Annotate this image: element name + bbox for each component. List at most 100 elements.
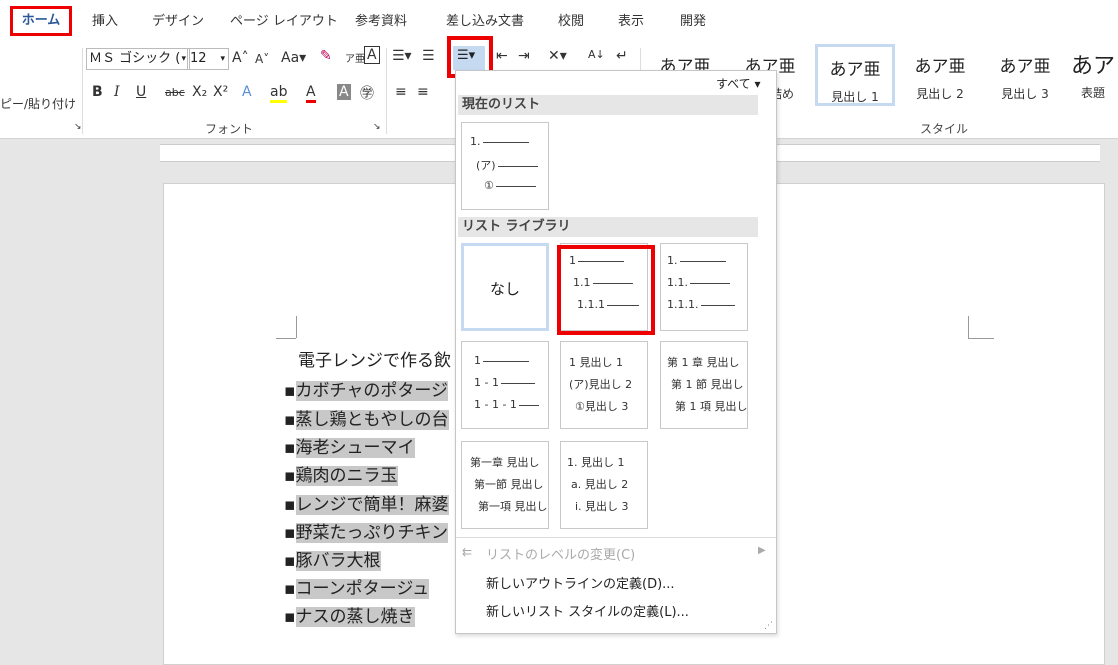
current-list-tile[interactable]: 1. (ア) ① [461, 122, 549, 210]
define-list-style-item[interactable]: 新しいリスト スタイルの定義(L)... [486, 601, 689, 620]
clear-format-icon[interactable]: ✎ [320, 48, 332, 64]
list-item[interactable]: ▪ナスの蒸し焼き [284, 602, 415, 627]
style-title[interactable]: あア 表題 [1068, 44, 1118, 106]
list-none-tile[interactable]: なし [461, 243, 549, 331]
style-label: 見出し 1 [831, 90, 879, 104]
character-border-icon[interactable]: A [364, 46, 380, 64]
list-tile-heading-kana[interactable]: 1 見出し 1 (ア)見出し 2 ①見出し 3 [560, 341, 648, 429]
font-name-select[interactable]: ＭＳ ゴシック (▾ [86, 48, 190, 70]
tab-design[interactable]: デザイン [152, 10, 204, 29]
font-size-select[interactable]: 12 ▾ [187, 48, 229, 70]
style-heading-2[interactable]: あア亜 見出し 2 [900, 44, 980, 106]
tile-level-text: ① [484, 179, 494, 192]
numbering-icon[interactable]: ☰ [422, 48, 435, 64]
paste-button[interactable]: ピー/貼り付け [0, 95, 76, 112]
tile-level-text: 1 - 1 - 1 [474, 398, 517, 411]
dialog-launcher-icon[interactable]: ↘ [373, 122, 381, 132]
list-item[interactable]: ▪レンジで簡単！麻婆 [284, 490, 449, 515]
tile-level-3: 1 - 1 - 1 [474, 398, 539, 411]
tile-level-2: (ア) [476, 157, 538, 173]
list-tile-heading-alpha[interactable]: 1. 見出し 1 a. 見出し 2 i. 見出し 3 [560, 441, 648, 529]
style-label: 表題 [1080, 86, 1105, 100]
superscript-icon[interactable]: X² [213, 84, 228, 100]
list-item[interactable]: ▪コーンポタージュ [284, 574, 430, 599]
tab-mailings[interactable]: 差し込み文書 [446, 10, 524, 29]
show-marks-icon[interactable]: ↵ [616, 48, 628, 64]
enclosed-character-icon[interactable]: ㊫ [360, 83, 374, 103]
document-title[interactable]: 電子レンジで作る飲 [298, 346, 451, 371]
current-list-header: 現在のリスト [458, 95, 758, 115]
tile-rule [518, 404, 539, 406]
list-item[interactable]: ▪鶏肉のニラ玉 [284, 461, 398, 486]
style-heading-3[interactable]: あア亜 見出し 3 [985, 44, 1065, 106]
decrease-indent-icon[interactable]: ⇤ [496, 48, 508, 64]
style-heading-1[interactable]: あア亜見出し 1 [815, 44, 895, 106]
list-item[interactable]: ▪野菜たっぷりチキン [284, 518, 449, 543]
tile-rule [690, 282, 730, 284]
tab-page-layout[interactable]: ページ レイアウト [230, 10, 338, 29]
list-item-text: ナスの蒸し焼き [295, 607, 415, 627]
margin-corner-mark [296, 316, 297, 338]
list-item[interactable]: ▪豚バラ大根 [284, 546, 381, 571]
list-item-text: カボチャのポタージ [295, 381, 449, 401]
multilevel-list-dropdown: すべて ▾ 現在のリスト 1. (ア) ① リスト ライブラリ なし 1 1.1… [455, 70, 777, 634]
text-effects-icon[interactable]: A [242, 84, 252, 100]
tile-level-text: 1.1.1. [667, 298, 699, 311]
align-center-icon[interactable]: ≡ [417, 84, 429, 100]
list-item[interactable]: ▪海老シューマイ [284, 433, 415, 458]
style-sample: あア亜 [829, 60, 881, 80]
bullets-icon[interactable]: ☰▾ [392, 48, 412, 64]
subscript-icon[interactable]: X₂ [192, 84, 207, 100]
style-sample: あア亜 [999, 57, 1051, 77]
change-list-level-item[interactable]: リストのレベルの変更(C) [486, 544, 635, 563]
list-item-text: 野菜たっぷりチキン [295, 523, 449, 543]
chevron-down-icon: ▾ [220, 54, 225, 64]
character-shading-icon[interactable]: A [337, 84, 351, 100]
tab-insert[interactable]: 挿入 [92, 10, 118, 29]
tile-level-1: 第 1 章 見出し [667, 356, 740, 369]
increase-indent-icon[interactable]: ⇥ [518, 48, 530, 64]
dialog-launcher-icon[interactable]: ↘ [74, 122, 82, 132]
strikethrough-icon[interactable]: abc [165, 86, 185, 99]
chevron-down-icon: ▾ [181, 54, 186, 64]
grow-font-icon[interactable]: A˄ [232, 50, 249, 66]
underline-icon[interactable]: U [136, 84, 146, 100]
tile-level-2: a. 見出し 2 [571, 478, 629, 491]
change-case-icon[interactable]: Aa▾ [281, 50, 306, 66]
list-tile-chapter-kanji[interactable]: 第一章 見出し 第一節 見出し 第一項 見出し [461, 441, 549, 529]
highlight-box [557, 245, 655, 335]
font-color-icon[interactable]: A [306, 84, 316, 103]
list-tile-dash[interactable]: 1 1 - 1 1 - 1 - 1 [461, 341, 549, 429]
highlight-color-icon[interactable]: ab [270, 84, 288, 103]
define-outline-item[interactable]: 新しいアウトラインの定義(D)... [486, 573, 675, 592]
tile-rule [700, 304, 735, 306]
tab-home[interactable]: ホーム [10, 6, 72, 36]
resize-grip-icon[interactable]: ⋰ [764, 621, 773, 631]
tab-references[interactable]: 参考資料 [355, 10, 407, 29]
menu-divider [456, 537, 776, 538]
asian-layout-icon[interactable]: ✕▾ [548, 48, 567, 64]
italic-icon[interactable]: I [114, 84, 120, 100]
styles-group-label: スタイル [920, 122, 969, 136]
sort-icon[interactable]: A↓ [588, 48, 605, 61]
phonetic-guide-icon[interactable]: ア亜 [345, 50, 365, 65]
align-left-icon[interactable]: ≡ [395, 84, 407, 100]
tile-rule [500, 382, 535, 384]
tab-view[interactable]: 表示 [618, 10, 644, 29]
list-tile-numeric-trailing-dot[interactable]: 1. 1.1. 1.1.1. [660, 243, 748, 331]
shrink-font-icon[interactable]: A˅ [255, 52, 269, 66]
list-item[interactable]: ▪蒸し鶏ともやしの台 [284, 405, 449, 430]
bold-icon[interactable]: B [92, 84, 103, 100]
tab-developer[interactable]: 開発 [680, 10, 706, 29]
tile-level-1: 1. 見出し 1 [567, 456, 625, 469]
tab-review[interactable]: 校閲 [558, 10, 584, 29]
list-filter-select[interactable]: すべて ▾ [716, 75, 761, 92]
tile-rule [483, 360, 529, 362]
font-group-label: フォント [205, 122, 254, 136]
tile-level-2: 第一節 見出し [474, 478, 544, 491]
list-tile-chapter-number[interactable]: 第 1 章 見出し 第 1 節 見出し 第 1 項 見出し [660, 341, 748, 429]
submenu-arrow-icon: ▶ [758, 545, 766, 556]
tile-level-text: 1 - 1 [474, 376, 499, 389]
list-item[interactable]: ▪カボチャのポタージ [284, 376, 449, 401]
tile-level-text: 1.1. [667, 276, 688, 289]
